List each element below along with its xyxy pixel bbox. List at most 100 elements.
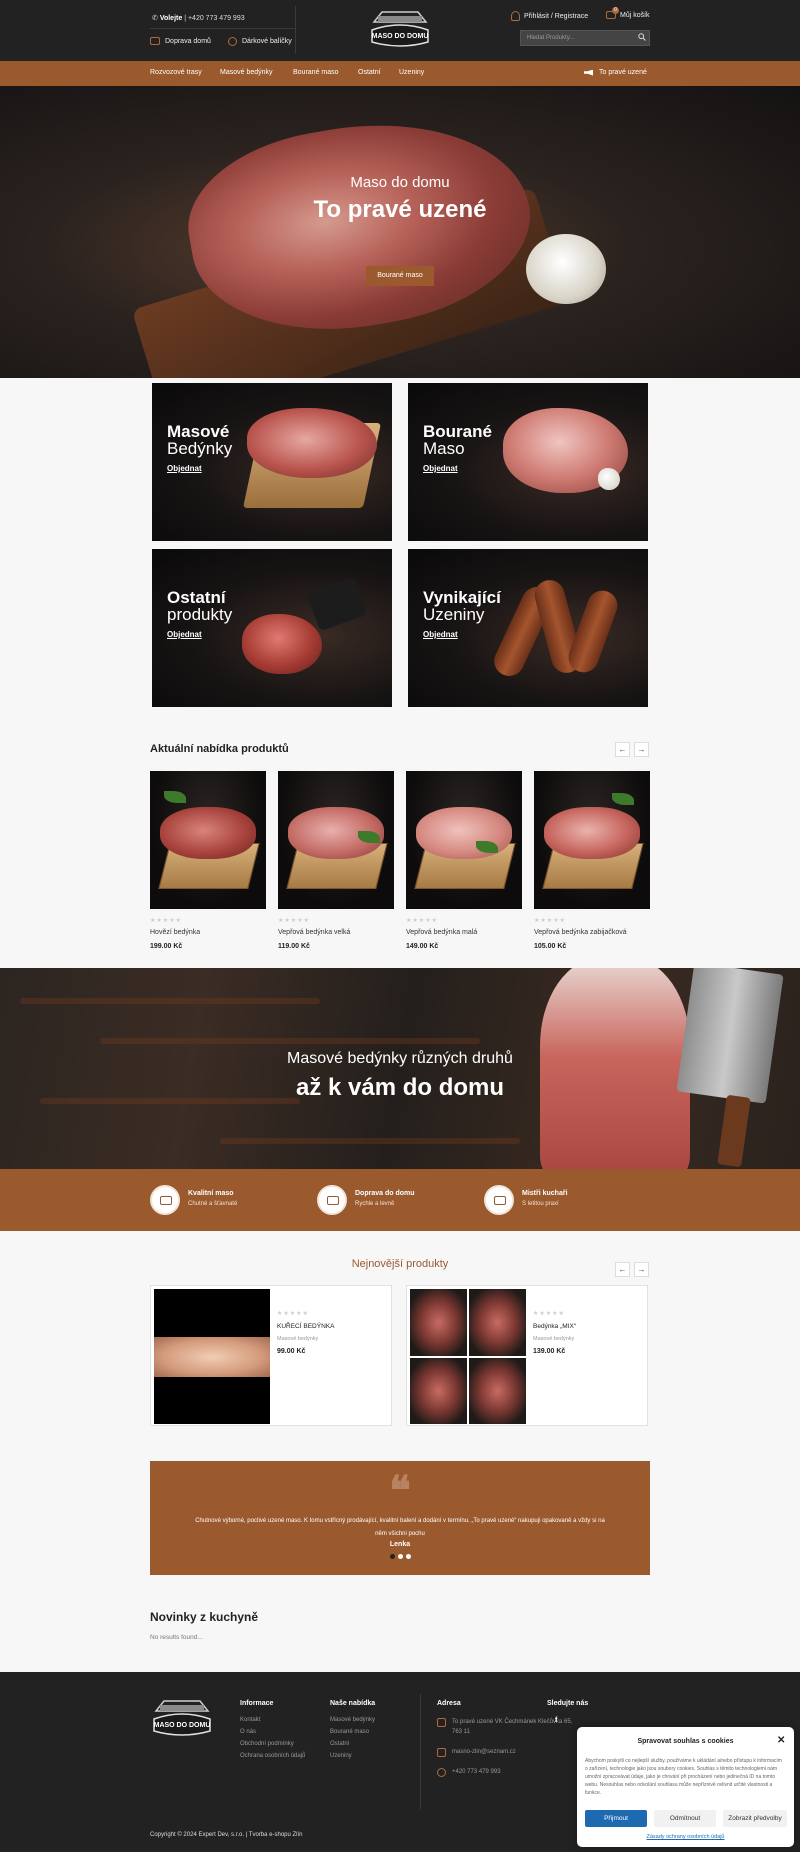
hero-button[interactable]: Bourané maso xyxy=(366,266,434,286)
category-tile-bourane-maso[interactable]: Bourané Maso Objednat xyxy=(408,383,648,541)
facebook-icon[interactable]: f xyxy=(555,1717,588,1724)
testimonial: ❝ Chutnové výborné, poctivé uzené maso. … xyxy=(150,1461,650,1575)
carousel-prev-button[interactable]: ← xyxy=(615,742,630,757)
feature-quality: Kvalitní maso Chutné a šťavnaté xyxy=(150,1185,237,1215)
carousel-next-button[interactable]: → xyxy=(634,742,649,757)
phone-label: Volejte xyxy=(159,15,183,22)
category-tile-vynikajici-uzeniny[interactable]: Vynikající Uzeniny Objednat xyxy=(408,549,648,707)
product-image[interactable] xyxy=(278,771,394,909)
product-card[interactable]: ★★★★★ Vepřová bedýnka velká 119.00 Kč xyxy=(278,771,394,950)
order-link[interactable]: Objednat xyxy=(423,630,458,639)
meat-icon xyxy=(150,1185,180,1215)
preferences-button[interactable]: Zobrazit předvolby xyxy=(723,1810,787,1827)
footer-link[interactable]: Bourané maso xyxy=(330,1729,375,1735)
order-link[interactable]: Objednat xyxy=(167,630,202,639)
user-icon xyxy=(511,11,520,21)
accept-button[interactable]: Přijmout xyxy=(585,1810,647,1827)
product-name[interactable]: Vepřová bedýnka velká xyxy=(278,929,394,936)
product-name[interactable]: Vepřová bedýnka malá xyxy=(406,929,522,936)
product-image[interactable] xyxy=(154,1289,270,1424)
chicken-image xyxy=(154,1337,270,1377)
category-line1: Bourané xyxy=(423,422,492,441)
product-card[interactable]: ★★★★★ KUŘECÍ BEDÝNKA Masové bedýnky 99.0… xyxy=(150,1285,392,1426)
footer-link[interactable]: Ochrana osobních údajů xyxy=(240,1753,305,1759)
order-link[interactable]: Objednat xyxy=(423,464,458,473)
category-tile-masove-bedynky[interactable]: Masové Bedýnky Objednat xyxy=(152,383,392,541)
cart-count-badge: 0 xyxy=(612,7,619,14)
product-card[interactable]: ★★★★★ Vepřová bedýnka malá 149.00 Kč xyxy=(406,771,522,950)
nav-item-uzeniny[interactable]: Uzeniny xyxy=(399,69,424,76)
hero-garlic-image xyxy=(526,234,606,304)
wood-texture xyxy=(20,998,320,1004)
product-image[interactable] xyxy=(534,771,650,909)
kitchen-news-title: Novinky z kuchyně xyxy=(150,1610,259,1624)
product-image[interactable] xyxy=(406,771,522,909)
account-link[interactable]: Přihlásit / Registrace xyxy=(511,11,588,21)
product-card[interactable]: ★★★★★ Hovězí bedýnka 199.00 Kč xyxy=(150,771,266,950)
footer-link[interactable]: Ostatní xyxy=(330,1741,375,1747)
phone-info[interactable]: ✆ Volejte | +420 773 479 993 xyxy=(152,14,245,22)
close-icon[interactable]: ✕ xyxy=(777,1735,785,1746)
footer-heading: Naše nabídka xyxy=(330,1700,376,1707)
footer-link[interactable]: Obchodní podmínky xyxy=(240,1741,305,1747)
product-name[interactable]: KUŘECÍ BEDÝNKA xyxy=(277,1323,334,1330)
testimonial-author: Lenka xyxy=(389,1541,411,1548)
phone-icon xyxy=(437,1768,446,1777)
nav-item-masove-bedynky[interactable]: Masové bedýnky xyxy=(220,69,273,76)
gift-icon xyxy=(228,37,237,46)
feature-delivery: Doprava do domu Rychle a levně xyxy=(317,1185,415,1215)
product-name[interactable]: Hovězí bedýnka xyxy=(150,929,266,936)
order-link[interactable]: Objednat xyxy=(167,464,202,473)
phone-number[interactable]: +420 773 479 993 xyxy=(188,15,245,22)
site-logo[interactable]: MASO DO DOMU xyxy=(368,8,432,50)
gift-link[interactable]: Dárkové balíčky xyxy=(228,37,292,46)
meat-image xyxy=(410,1289,467,1356)
promo-subtitle: Masové bedýnky různých druhů xyxy=(287,1050,513,1067)
product-image[interactable] xyxy=(410,1289,526,1424)
product-name[interactable]: Vepřová bedýnka zabijačková xyxy=(534,929,650,936)
category-tile-ostatni-produkty[interactable]: Ostatní produkty Objednat xyxy=(152,549,392,707)
copyright-text: Copyright © 2024 Expert Dev, s.r.o. | Tv… xyxy=(150,1832,303,1838)
nav-item-ostatni[interactable]: Ostatní xyxy=(358,69,381,76)
rating-stars: ★★★★★ xyxy=(150,918,182,924)
nav-item-bourane-maso[interactable]: Bourané maso xyxy=(293,69,339,76)
steak-image xyxy=(242,614,322,674)
current-offer-title: Aktuální nabídka produktů xyxy=(150,743,289,755)
nav-item-rozvozove-trasy[interactable]: Rozvozové trasy xyxy=(150,69,202,76)
testimonial-pagination xyxy=(390,1554,411,1559)
nav-item-to-prave-uzene-label: To pravé uzené xyxy=(599,69,647,76)
pagination-dot[interactable] xyxy=(398,1554,403,1559)
footer-logo[interactable]: MASO DO DOMU xyxy=(150,1697,214,1739)
search-input[interactable]: Hledat Produkty... xyxy=(520,30,650,46)
product-card[interactable]: ★★★★★ Vepřová bedýnka zabijačková 105.00… xyxy=(534,771,650,950)
divider xyxy=(150,28,295,29)
address-line: 763 11 xyxy=(452,1729,470,1735)
pagination-dot[interactable] xyxy=(390,1554,395,1559)
product-category[interactable]: Masové bedýnky xyxy=(277,1336,334,1342)
footer-link[interactable]: Masové bedýnky xyxy=(330,1717,375,1723)
email-row: masno-zlin@seznam.cz xyxy=(437,1747,572,1757)
deny-button[interactable]: Odmítnout xyxy=(654,1810,716,1827)
footer-link[interactable]: Uzeniny xyxy=(330,1753,375,1759)
carousel-next-button[interactable]: → xyxy=(634,1262,649,1277)
product-category[interactable]: Masové bedýnky xyxy=(533,1336,576,1342)
phone-link[interactable]: +420 773 479 993 xyxy=(452,1767,501,1777)
product-card[interactable]: ★★★★★ Bedýnka „MIX“ Masové bedýnky 139.0… xyxy=(406,1285,648,1426)
carousel-prev-button[interactable]: ← xyxy=(615,1262,630,1277)
nav-item-to-prave-uzene[interactable]: To pravé uzené xyxy=(584,69,647,76)
newest-products-title: Nejnovější produkty xyxy=(351,1258,449,1270)
search-icon[interactable] xyxy=(638,33,646,41)
pagination-dot[interactable] xyxy=(406,1554,411,1559)
features-strip: Kvalitní maso Chutné a šťavnaté Doprava … xyxy=(0,1169,800,1231)
footer-link[interactable]: O nás xyxy=(240,1729,305,1735)
email-link[interactable]: masno-zlin@seznam.cz xyxy=(452,1747,516,1757)
product-price: 99.00 Kč xyxy=(277,1348,306,1355)
footer-link[interactable]: Kontakt xyxy=(240,1717,305,1723)
knife-image xyxy=(306,576,368,632)
product-price: 119.00 Kč xyxy=(278,943,310,950)
privacy-policy-link[interactable]: Zásady ochrany osobních údajů xyxy=(577,1834,794,1840)
product-name[interactable]: Bedýnka „MIX“ xyxy=(533,1323,576,1330)
main-nav: Rozvozové trasy Masové bedýnky Bourané m… xyxy=(0,61,800,86)
product-image[interactable] xyxy=(150,771,266,909)
delivery-link[interactable]: Doprava domů xyxy=(150,37,211,45)
